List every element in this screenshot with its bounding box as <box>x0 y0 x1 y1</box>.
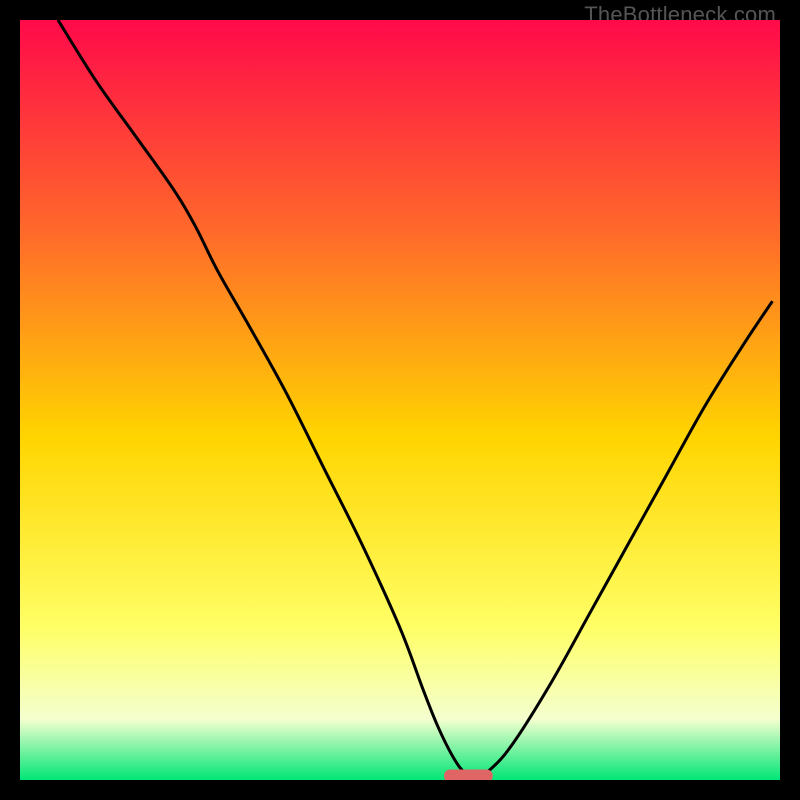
bottleneck-chart <box>20 20 780 780</box>
chart-frame <box>20 20 780 780</box>
minimum-marker <box>444 769 493 780</box>
